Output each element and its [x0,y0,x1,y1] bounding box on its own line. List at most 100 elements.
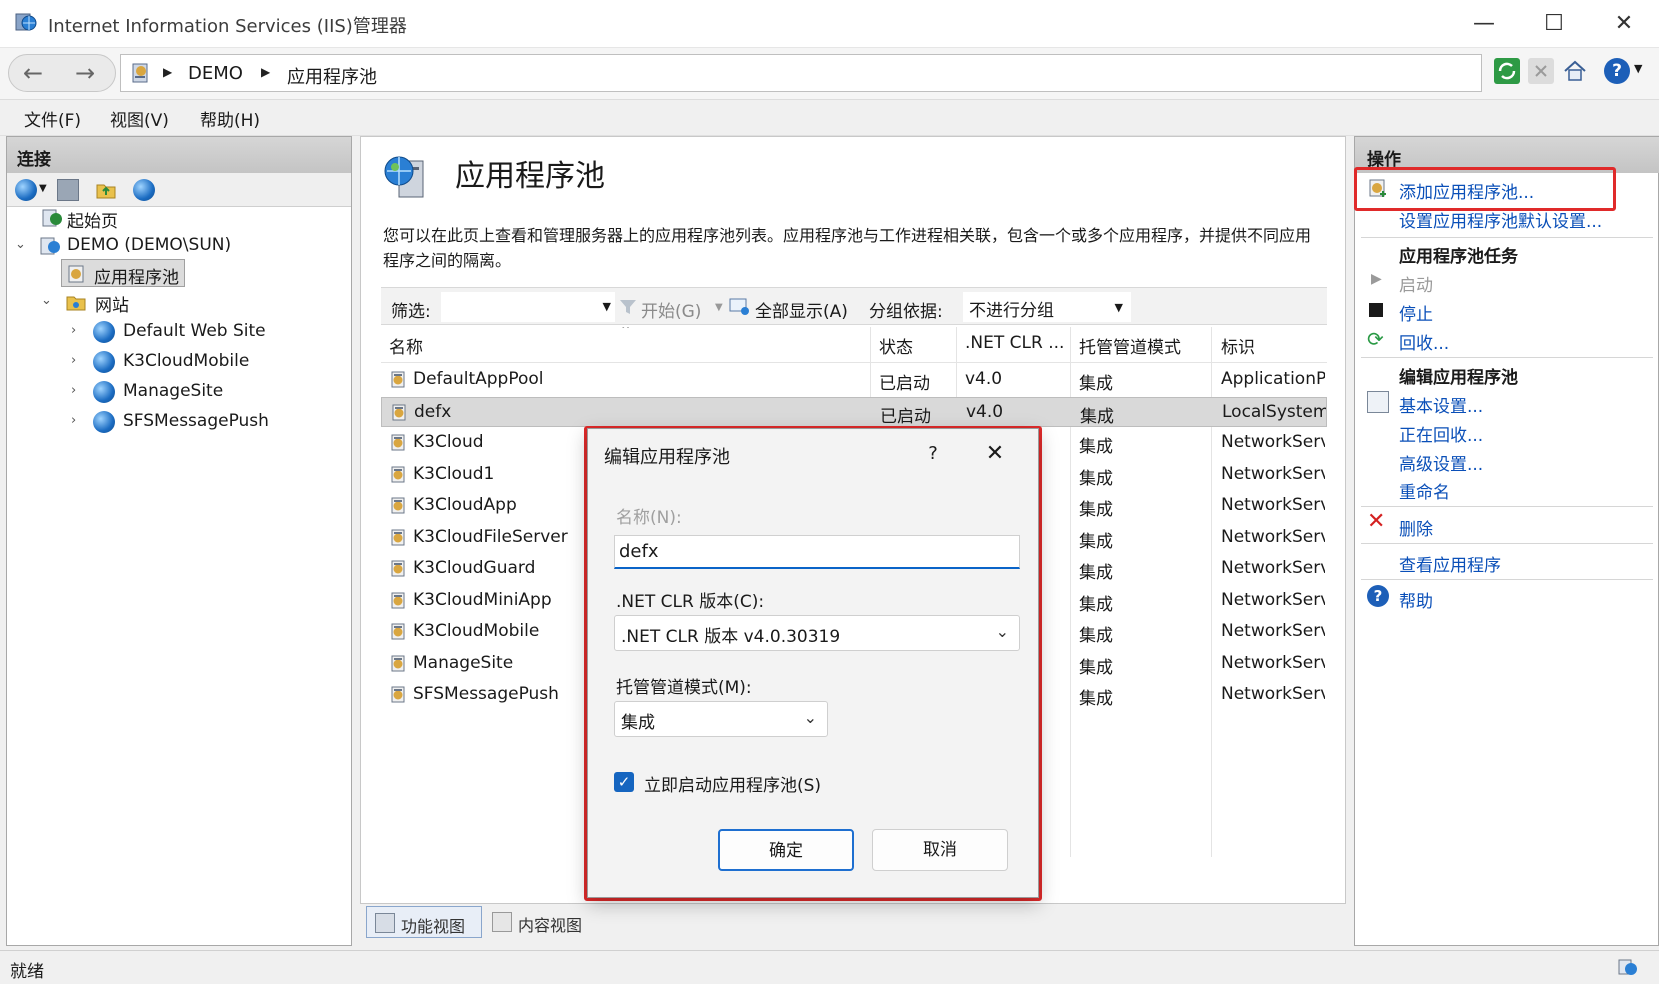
chevron-down-icon[interactable]: ⌄ [41,293,52,308]
col-pipeline[interactable]: 托管管道模式 [1079,333,1181,358]
crumb-server[interactable]: DEMO [188,63,243,84]
globe-icon [93,321,115,343]
divider [1361,579,1653,580]
chevron-right-icon[interactable]: › [71,353,76,368]
menu-help[interactable]: 帮助(H) [200,106,260,131]
features-view-icon [375,913,395,933]
status-bar: 就绪 [0,950,1659,984]
action-basic-settings[interactable]: 基本设置... [1399,392,1483,417]
connect-globe-icon[interactable] [15,179,37,201]
cell-name: defx [414,401,452,422]
chevron-down-icon[interactable]: ▼ [39,183,47,194]
group-by-select[interactable]: 不进行分组 ▼ [963,292,1131,322]
action-advanced-settings[interactable]: 高级设置... [1399,450,1483,475]
tasks-heading: 应用程序池任务 [1399,247,1518,267]
cancel-button[interactable]: 取消 [872,829,1008,871]
chevron-right-icon[interactable]: › [71,413,76,428]
menu-file[interactable]: 文件(F) [24,106,81,131]
chevron-down-icon[interactable]: ▼ [603,300,611,313]
close-button[interactable]: ✕ [1600,8,1648,40]
divider [1361,506,1653,507]
action-view-apps[interactable]: 查看应用程序 [1399,551,1501,576]
table-header: 名称 ^ 状态 .NET CLR ... 托管管道模式 标识 [381,327,1327,363]
chevron-down-icon[interactable]: ▼ [715,302,723,313]
app-pool-icon [389,433,409,453]
cell-pipeline: 集成 [1079,594,1113,615]
chevron-down-icon[interactable]: ▼ [1634,62,1642,75]
folder-up-icon[interactable] [95,179,117,201]
maximize-button[interactable]: ☐ [1530,8,1578,40]
app-pool-icon [389,591,409,611]
action-start[interactable]: 启动 [1399,271,1433,296]
refresh-icon[interactable] [1494,58,1520,84]
clr-version-select[interactable]: .NET CLR 版本 v4.0.30319 ⌄ [614,615,1020,651]
pipeline-label: 托管管道模式(M): [616,678,752,698]
crumb-separator-icon: ▶ [261,65,271,79]
iis-app-icon [14,10,38,34]
connections-header: 连接 [7,137,351,173]
tab-features-label: 功能视图 [401,917,466,936]
col-identity[interactable]: 标识 [1221,333,1255,358]
start-filter-button[interactable]: 开始(G) [641,297,701,322]
show-all-icon [729,297,751,317]
col-clr[interactable]: .NET CLR ... [965,333,1064,353]
highlight-add-pool [1354,167,1616,211]
app-pool-icon [66,263,88,285]
tab-content-view[interactable]: 内容视图 [484,906,600,938]
action-help[interactable]: 帮助 [1399,587,1433,612]
cell-identity: NetworkService [1221,652,1325,673]
menu-view[interactable]: 视图(V) [110,106,169,131]
home-icon[interactable] [1562,58,1588,84]
clr-label: .NET CLR 版本(C): [616,592,765,612]
address-field[interactable]: ▶ DEMO ▶ 应用程序池 [120,54,1482,92]
tree-sites[interactable]: 网站 [95,291,129,316]
crumb-app-pools[interactable]: 应用程序池 [287,63,377,89]
start-immediately-checkbox[interactable]: ✓ [614,772,634,792]
help-icon[interactable]: ? [1604,58,1630,84]
table-row[interactable]: DefaultAppPool 已启动 v4.0 集成 ApplicationPoolId… [381,365,1327,395]
tree-site[interactable]: SFSMessagePush [123,411,269,431]
chevron-right-icon[interactable]: › [71,323,76,338]
crumb-separator-icon: ▶ [163,65,173,79]
dialog-help-button[interactable]: ? [918,439,948,469]
minimize-button[interactable]: — [1460,8,1508,40]
tree-site[interactable]: K3CloudMobile [123,351,249,371]
chevron-right-icon[interactable]: › [71,383,76,398]
action-stop[interactable]: 停止 [1399,300,1433,325]
pipeline-mode-select[interactable]: 集成 ⌄ [614,701,828,737]
tree-app-pools-selected[interactable]: 应用程序池 [61,259,185,288]
disconnect-icon[interactable] [133,179,155,201]
filter-funnel-icon [619,298,637,316]
cell-identity: NetworkService [1221,526,1325,547]
table-row[interactable]: defx 已启动 v4.0 集成 LocalSystem [381,396,1327,427]
tree-site[interactable]: ManageSite [123,381,223,401]
tree-start-page[interactable]: 起始页 [67,207,118,232]
action-recycling[interactable]: 正在回收... [1399,421,1483,446]
dialog-close-button[interactable]: ✕ [980,439,1010,469]
tab-features-view[interactable]: 功能视图 [366,906,482,938]
back-arrow-icon[interactable]: ← [13,59,53,87]
ok-button[interactable]: 确定 [718,829,854,871]
filter-input[interactable]: ▼ [441,292,615,322]
server-icon [39,235,61,257]
action-recycle[interactable]: 回收... [1399,329,1449,354]
save-icon[interactable] [57,179,79,201]
stop-icon[interactable] [1528,58,1554,84]
tree-app-pools[interactable]: 应用程序池 [94,263,179,288]
tree-site[interactable]: Default Web Site [123,321,266,341]
action-delete[interactable]: 删除 [1399,515,1433,540]
show-all-button[interactable]: 全部显示(A) [755,297,848,322]
chevron-down-icon: ▼ [1114,301,1123,314]
tree-server[interactable]: DEMO (DEMO\SUN) [67,235,231,255]
start-immediately-label[interactable]: 立即启动应用程序池(S) [644,771,821,796]
forward-arrow-icon[interactable]: → [65,59,105,87]
app-pool-icon [389,622,409,642]
action-rename[interactable]: 重命名 [1399,478,1450,503]
connections-title: 连接 [17,150,51,170]
cell-identity: NetworkService [1221,463,1325,484]
col-name[interactable]: 名称 [389,333,423,358]
sites-folder-icon [65,291,87,313]
col-status[interactable]: 状态 [879,333,913,358]
name-field[interactable] [614,535,1020,569]
chevron-down-icon[interactable]: ⌄ [15,237,26,252]
